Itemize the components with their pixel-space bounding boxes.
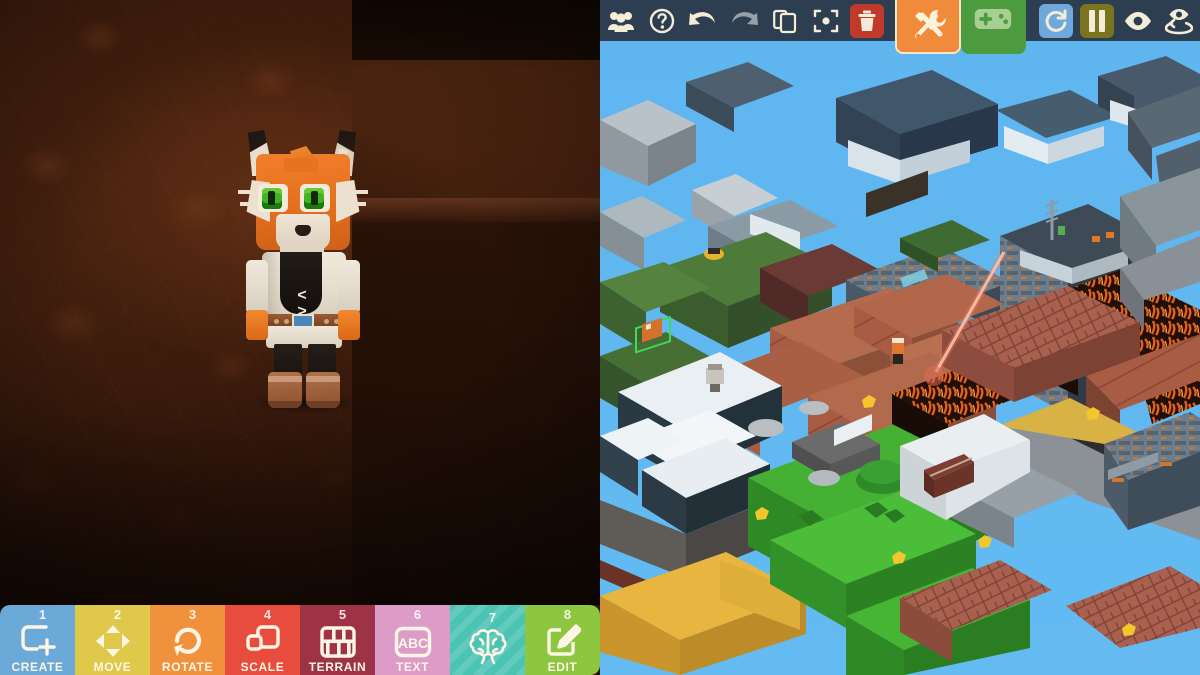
multiplayer-icon[interactable] xyxy=(600,0,641,41)
tool-label: SCALE xyxy=(240,660,285,674)
help-icon[interactable] xyxy=(641,0,682,41)
edit-icon xyxy=(545,620,581,658)
terrain-icon xyxy=(319,620,356,658)
character-preview-viewport[interactable]: < > xyxy=(0,0,600,675)
duplicate-icon[interactable] xyxy=(764,0,805,41)
select-focus-icon[interactable] xyxy=(805,0,846,41)
tool-label: CREATE xyxy=(11,660,64,674)
tool-label: ROTATE xyxy=(161,660,214,674)
fox-entity xyxy=(892,338,904,364)
tool-label: TERRAIN xyxy=(308,660,367,674)
create-icon xyxy=(20,620,56,658)
top-toolbar: BUILD PLAY xyxy=(600,0,1200,54)
play-mode-button[interactable]: PLAY xyxy=(960,0,1026,54)
restart-button[interactable] xyxy=(1036,0,1077,41)
tool-label: TEXT xyxy=(395,660,430,674)
brain-icon xyxy=(467,623,509,669)
game-editor-window: < > xyxy=(0,0,1200,675)
voxel-world-viewport[interactable] xyxy=(600,0,1200,675)
scale-icon xyxy=(245,620,281,658)
tool-label: MOVE xyxy=(93,660,132,674)
pause-button[interactable] xyxy=(1077,0,1118,41)
vehicle-entity xyxy=(704,248,724,260)
tool-rotate[interactable]: 3 ROTATE xyxy=(150,605,225,675)
tools-icon xyxy=(914,9,946,38)
tool-text[interactable]: 6 ABC TEXT xyxy=(375,605,450,675)
build-mode-button[interactable]: BUILD xyxy=(895,0,961,54)
eye-icon[interactable] xyxy=(1118,0,1159,41)
rotate-icon xyxy=(170,620,206,658)
tool-terrain[interactable]: 5 TERRAIN xyxy=(300,605,375,675)
tool-scale[interactable]: 4 SCALE xyxy=(225,605,300,675)
tool-create[interactable]: 1 CREATE xyxy=(0,605,75,675)
svg-text:ABC: ABC xyxy=(397,635,427,651)
move-icon xyxy=(95,620,131,658)
tool-palette: 1 CREATE 2 MOVE 3 ROTATE 4 SCALE 5 TERRA… xyxy=(0,605,600,675)
tool-edit[interactable]: 8 EDIT xyxy=(525,605,600,675)
voxel-world-render xyxy=(600,0,1200,675)
tool-brain[interactable]: 7 xyxy=(450,605,525,675)
gamepad-icon xyxy=(974,8,1012,29)
text-icon: ABC xyxy=(394,620,432,658)
delete-button[interactable] xyxy=(846,0,887,41)
undo-icon[interactable] xyxy=(682,0,723,41)
redo-icon[interactable] xyxy=(723,0,764,41)
tool-label: EDIT xyxy=(547,660,578,674)
preview-vignette xyxy=(0,0,600,675)
eye-orbit-icon[interactable] xyxy=(1159,0,1200,41)
tool-move[interactable]: 2 MOVE xyxy=(75,605,150,675)
